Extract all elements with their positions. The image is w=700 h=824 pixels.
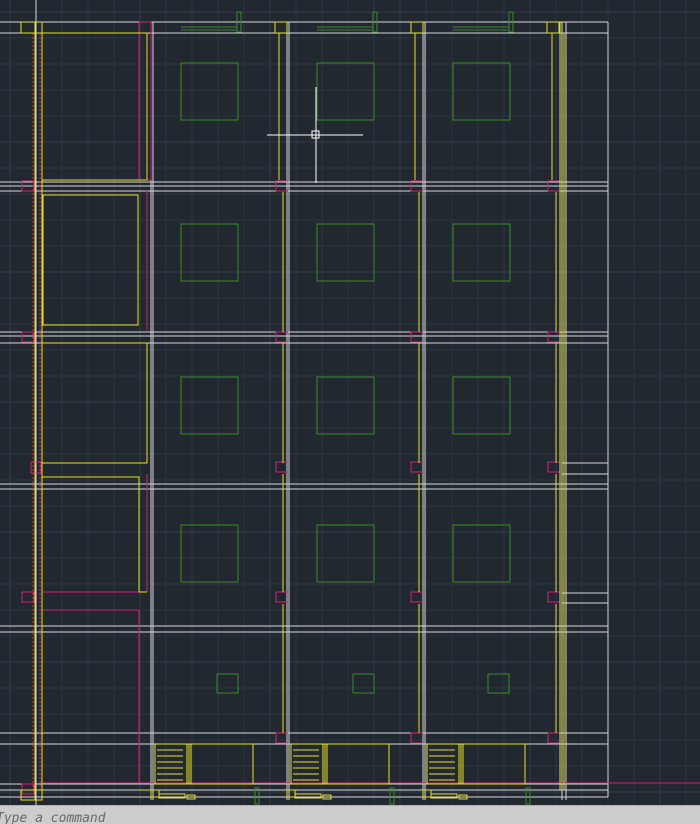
magenta-lines-layer bbox=[21, 21, 700, 795]
yellow-lines-layer bbox=[20, 21, 565, 801]
command-line-bar bbox=[0, 805, 700, 824]
grid bbox=[0, 0, 700, 805]
command-input[interactable] bbox=[0, 806, 700, 824]
crosshair-cursor-icon bbox=[267, 87, 363, 183]
floor-plan-drawing[interactable] bbox=[0, 0, 700, 805]
drawing-viewport[interactable] bbox=[0, 0, 700, 805]
